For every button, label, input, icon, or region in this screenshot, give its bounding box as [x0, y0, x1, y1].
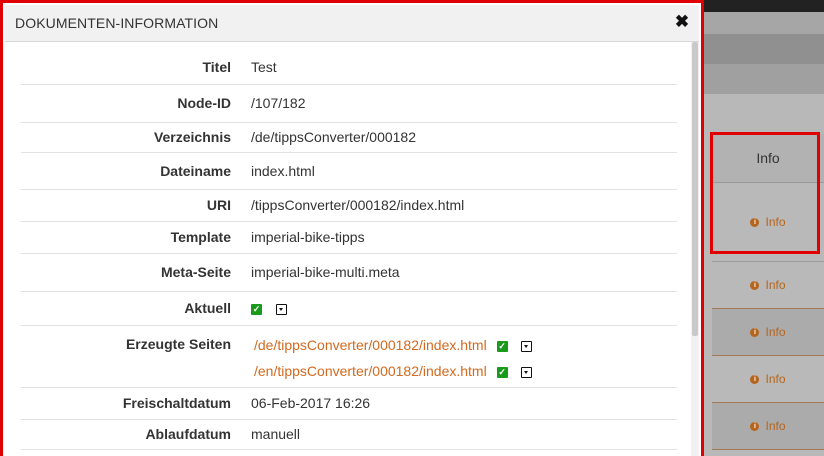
table-row: Aktuell ✓	[21, 291, 677, 325]
field-value-aktuell: ✓	[241, 291, 677, 325]
info-icon: i	[750, 327, 760, 337]
info-link[interactable]: Info	[765, 278, 785, 292]
field-value-uri: /tippsConverter/000182/index.html	[251, 197, 465, 213]
info-icon: i	[750, 280, 760, 290]
field-value-freischaltdatum: 06-Feb-2017 16:26	[251, 395, 371, 411]
field-value-node-id: /107/182	[251, 95, 306, 111]
field-label-uri: URI	[206, 197, 231, 213]
table-row: Titel Test	[21, 50, 677, 84]
table-row[interactable]: i Info	[712, 262, 824, 309]
table-row: Ablaufdatum manuell	[21, 419, 677, 449]
table-row: Freischaltdatum 06-Feb-2017 16:26	[21, 387, 677, 419]
background-band	[700, 94, 824, 134]
table-row[interactable]: i Info	[712, 403, 824, 450]
generated-page-item: /de/tippsConverter/000182/index.html ✓	[251, 332, 677, 358]
field-label-verzeichnis: Verzeichnis	[153, 129, 231, 145]
field-label-meta-seite: Meta-Seite	[160, 264, 231, 280]
field-value-dateiname: index.html	[251, 162, 315, 179]
checkbox-checked-icon[interactable]: ✓	[496, 340, 508, 352]
table-row: Erzeugte Seiten /de/tippsConverter/00018…	[21, 325, 677, 387]
table-row[interactable]: i Info	[712, 356, 824, 403]
generated-page-link-en[interactable]: /en/tippsConverter/000182/index.html	[254, 363, 487, 379]
field-value-meta-seite: imperial-bike-multi.meta	[251, 264, 400, 280]
info-icon: i	[750, 421, 760, 431]
table-row: Verzeichnis /de/tippsConverter/000182	[21, 122, 677, 152]
generated-page-link-de[interactable]: /de/tippsConverter/000182/index.html	[254, 337, 487, 353]
dialog-title: DOKUMENTEN-INFORMATION	[15, 15, 219, 31]
field-value-ablaufdatum: manuell	[251, 426, 301, 442]
table-row: Node-ID /107/182	[21, 84, 677, 122]
field-label-aktuell: Aktuell	[184, 300, 231, 316]
field-value-verzeichnis: /de/tippsConverter/000182	[251, 129, 416, 145]
table-row: Dateiname index.html	[21, 152, 677, 189]
field-value-template: imperial-bike-tipps	[251, 229, 365, 245]
field-label-node-id: Node-ID	[177, 95, 231, 111]
table-row: Template imperial-bike-tipps	[21, 221, 677, 253]
dropdown-toggle-icon[interactable]	[275, 303, 287, 315]
checkbox-checked-icon[interactable]: ✓	[251, 303, 262, 315]
table-row: Meta-Seite imperial-bike-multi.meta	[21, 253, 677, 291]
info-link[interactable]: Info	[765, 419, 785, 433]
document-info-dialog: DOKUMENTEN-INFORMATION ✖ Titel Test Node…	[0, 0, 704, 456]
field-label-dateiname: Dateiname	[160, 162, 231, 179]
field-label-freischaltdatum: Freischaltdatum	[122, 395, 231, 411]
dropdown-toggle-icon[interactable]	[521, 366, 533, 378]
background-band	[700, 64, 824, 94]
dialog-scrollbar[interactable]	[691, 42, 699, 456]
field-label-erzeugte-seiten: Erzeugte Seiten	[125, 335, 231, 352]
dropdown-toggle-icon[interactable]	[521, 340, 533, 352]
generated-page-item: /en/tippsConverter/000182/index.html ✓	[251, 358, 677, 384]
checkbox-checked-icon[interactable]: ✓	[496, 366, 508, 378]
background-band	[700, 12, 824, 34]
info-highlight-box	[710, 132, 820, 254]
close-icon[interactable]: ✖	[673, 13, 691, 31]
dialog-body[interactable]: Titel Test Node-ID /107/182 Verzeichnis …	[5, 42, 691, 456]
info-icon: i	[750, 374, 760, 384]
info-link[interactable]: Info	[765, 325, 785, 339]
document-info-table: Titel Test Node-ID /107/182 Verzeichnis …	[21, 50, 677, 450]
scrollbar-thumb[interactable]	[692, 42, 698, 336]
field-value-titel: Test	[251, 58, 277, 75]
table-row: URI /tippsConverter/000182/index.html	[21, 189, 677, 221]
field-label-ablaufdatum: Ablaufdatum	[145, 426, 231, 442]
table-row[interactable]: i Info	[712, 309, 824, 356]
field-label-titel: Titel	[202, 58, 231, 75]
dialog-header: DOKUMENTEN-INFORMATION ✖	[5, 5, 699, 42]
background-band	[700, 34, 824, 64]
field-value-erzeugte-seiten: /de/tippsConverter/000182/index.html ✓ /…	[241, 325, 677, 387]
info-link[interactable]: Info	[765, 372, 785, 386]
field-label-template: Template	[170, 229, 231, 245]
